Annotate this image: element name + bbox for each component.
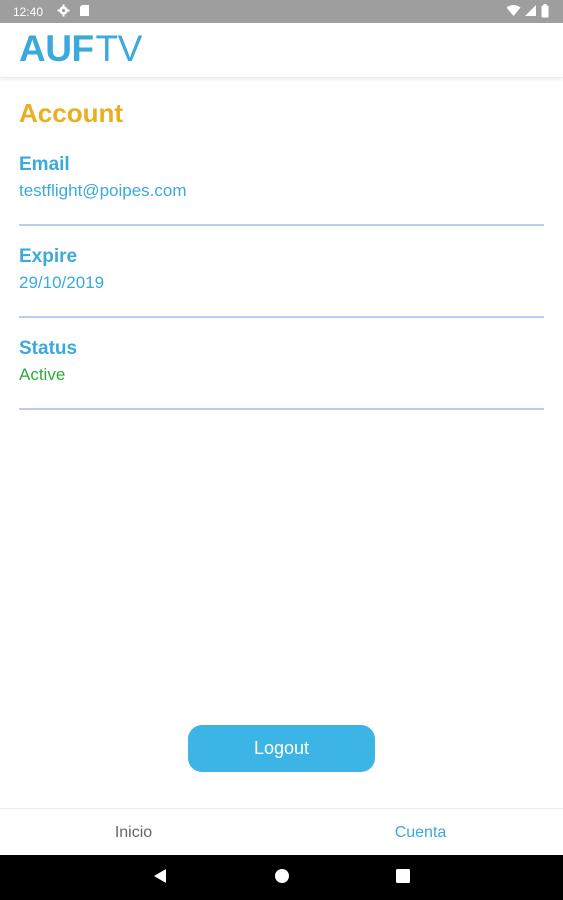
system-navigation-bar — [0, 855, 563, 900]
status-field: Status Active — [19, 338, 544, 410]
email-field: Email testflight@poipes.com — [19, 154, 544, 226]
gear-icon — [57, 4, 70, 20]
status-value: Active — [19, 365, 66, 384]
home-icon[interactable] — [273, 867, 291, 890]
app-logo: AUFTV — [19, 29, 142, 69]
page-title: Account — [19, 98, 123, 128]
back-icon[interactable] — [152, 867, 168, 890]
recents-icon[interactable] — [394, 867, 412, 890]
email-value: testflight@poipes.com — [19, 181, 187, 200]
status-bar: 12:40 — [0, 0, 563, 23]
nav-item-inicio[interactable]: Inicio — [0, 809, 274, 856]
status-label: Status — [19, 338, 78, 359]
email-label: Email — [19, 154, 70, 175]
bottom-nav: Inicio Cuenta — [0, 808, 563, 856]
signal-icon — [524, 4, 537, 20]
app-header: AUFTV — [0, 23, 563, 78]
wifi-icon — [506, 4, 521, 20]
expire-label: Expire — [19, 246, 78, 267]
expire-value: 29/10/2019 — [19, 273, 105, 292]
sd-card-icon — [79, 4, 90, 20]
status-time: 12:40 — [13, 5, 44, 19]
logo-bold-text: AUF — [19, 28, 94, 69]
battery-icon — [541, 4, 549, 21]
account-screen: 12:40 AUFTV Account Email testflight@poi… — [0, 0, 563, 900]
logo-light-text: TV — [95, 28, 143, 69]
logout-button[interactable]: Logout — [188, 725, 375, 772]
expire-field: Expire 29/10/2019 — [19, 246, 544, 318]
nav-item-cuenta[interactable]: Cuenta — [280, 809, 561, 856]
